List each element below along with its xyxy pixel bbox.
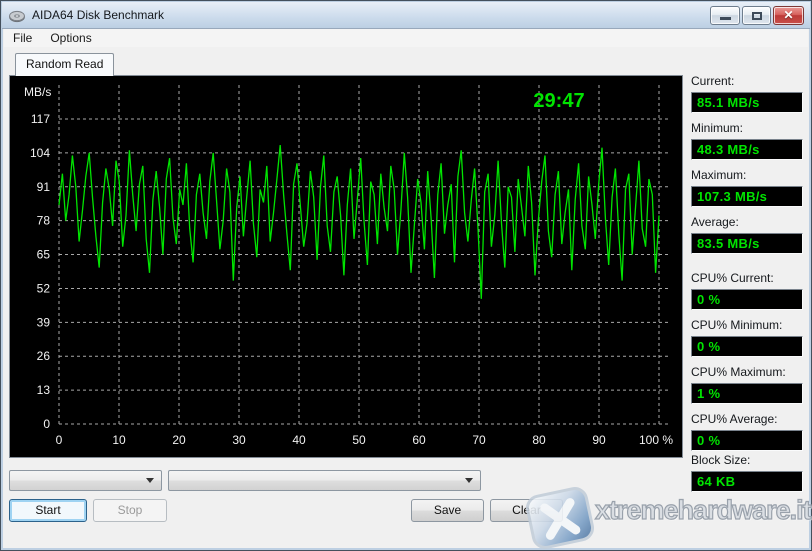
- y-axis-unit-label: MB/s: [24, 85, 51, 99]
- stat-value: 0 %: [691, 289, 803, 310]
- start-button[interactable]: Start: [9, 499, 87, 522]
- close-icon: ✕: [774, 7, 803, 24]
- close-button[interactable]: ✕: [773, 6, 804, 25]
- app-disk-icon: [9, 8, 25, 24]
- test-type-select[interactable]: Random Read: [9, 470, 162, 491]
- y-tick-label: 0: [43, 417, 50, 431]
- x-tick-label: 30: [232, 433, 246, 447]
- chevron-down-icon: [465, 478, 473, 483]
- stat-value: 85.1 MB/s: [691, 92, 803, 113]
- x-tick-label: 80: [532, 433, 546, 447]
- app-window: AIDA64 Disk Benchmark ✕ File Options Ran…: [0, 0, 812, 551]
- y-tick-label: 78: [37, 214, 51, 228]
- x-tick-label: 0: [56, 433, 63, 447]
- x-tick-label: 40: [292, 433, 306, 447]
- stat-value: 83.5 MB/s: [691, 233, 803, 254]
- chart-canvas: 117 104 91 78 65 52 39 26 13 00 10 20 30 40 50 60 70 80 90…: [10, 76, 682, 457]
- window-title: AIDA64 Disk Benchmark: [32, 8, 164, 22]
- stat-label: Current:: [691, 73, 803, 89]
- stat-cpu-maximum: CPU% Maximum: 1 %: [691, 364, 803, 404]
- x-tick-label: 100 %: [639, 433, 673, 447]
- menu-options[interactable]: Options: [41, 29, 100, 47]
- stat-value: 48.3 MB/s: [691, 139, 803, 160]
- x-tick-label: 60: [412, 433, 426, 447]
- benchmark-chart: 117 104 91 78 65 52 39 26 13 00 10 20 30 40 50 60 70 80 90…: [9, 75, 683, 458]
- stat-value: 1 %: [691, 383, 803, 404]
- stat-maximum: Maximum: 107.3 MB/s: [691, 167, 803, 207]
- x-tick-label: 10: [112, 433, 126, 447]
- y-tick-label: 65: [37, 248, 51, 262]
- y-tick-label: 39: [37, 315, 51, 329]
- stat-value: 0 %: [691, 336, 803, 357]
- x-tick-label: 50: [352, 433, 366, 447]
- stat-value: 107.3 MB/s: [691, 186, 803, 207]
- menu-bar: File Options: [4, 29, 808, 47]
- stat-label: Minimum:: [691, 120, 803, 136]
- stat-minimum: Minimum: 48.3 MB/s: [691, 120, 803, 160]
- stat-label: CPU% Maximum:: [691, 364, 803, 380]
- y-tick-label: 91: [37, 180, 51, 194]
- stat-cpu-minimum: CPU% Minimum: 0 %: [691, 317, 803, 357]
- stat-cpu-current: CPU% Current: 0 %: [691, 270, 803, 310]
- y-tick-label: 26: [37, 349, 51, 363]
- stat-value: 64 KB: [691, 471, 803, 492]
- watermark-text: xtremehardware.it: [595, 495, 812, 526]
- spacer: [691, 261, 803, 270]
- y-tick-label: 117: [31, 112, 50, 126]
- minimize-button[interactable]: [710, 6, 740, 25]
- stat-cpu-average: CPU% Average: 0 %: [691, 411, 803, 451]
- stat-value: 0 %: [691, 430, 803, 451]
- stat-label: Average:: [691, 214, 803, 230]
- tab-random-read[interactable]: Random Read: [15, 53, 114, 76]
- maximize-icon: [752, 12, 762, 20]
- stat-label: CPU% Minimum:: [691, 317, 803, 333]
- stat-current: Current: 85.1 MB/s: [691, 73, 803, 113]
- clear-button[interactable]: Clear: [490, 499, 563, 522]
- chevron-down-icon: [146, 478, 154, 483]
- stat-label: Block Size:: [691, 452, 803, 468]
- stat-label: CPU% Current:: [691, 270, 803, 286]
- maximize-button[interactable]: [742, 6, 771, 25]
- stop-button[interactable]: Stop: [93, 499, 167, 522]
- menu-file[interactable]: File: [4, 29, 41, 47]
- save-button[interactable]: Save: [411, 499, 484, 522]
- stat-label: CPU% Average:: [691, 411, 803, 427]
- stats-panel: Current: 85.1 MB/s Minimum: 48.3 MB/s Ma…: [691, 73, 803, 499]
- minimize-icon: [720, 17, 731, 20]
- x-tick-label: 70: [472, 433, 486, 447]
- stat-label: Maximum:: [691, 167, 803, 183]
- stat-average: Average: 83.5 MB/s: [691, 214, 803, 254]
- y-tick-label: 13: [37, 383, 51, 397]
- throughput-line: [59, 145, 659, 299]
- x-tick-label: 20: [172, 433, 186, 447]
- elapsed-time-label: 29:47: [533, 90, 584, 112]
- stat-block-size: Block Size: 64 KB: [691, 452, 803, 492]
- drive-select[interactable]: Disk Drive #0 [SAMSUNG HD154UI] (1397.3 …: [168, 470, 481, 491]
- y-tick-label: 104: [30, 146, 50, 160]
- y-tick-label: 52: [37, 281, 51, 295]
- title-bar: AIDA64 Disk Benchmark ✕: [2, 2, 810, 29]
- x-tick-label: 90: [592, 433, 606, 447]
